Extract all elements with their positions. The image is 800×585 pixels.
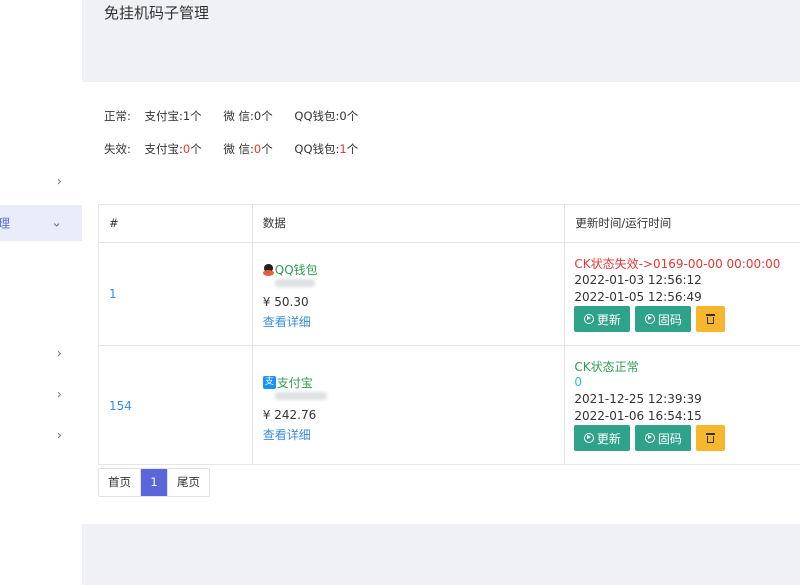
last-page-button[interactable]: 尾页: [168, 469, 209, 496]
chevron-right-icon: ›: [56, 387, 62, 403]
code-table: # 数据 更新时间/运行时间 1 QQ钱包 ¥ 50.30 查看详细 CK状态失…: [98, 204, 800, 465]
circle-arrow-icon: [644, 433, 655, 443]
first-page-button[interactable]: 首页: [99, 469, 141, 496]
circle-arrow-icon: [583, 314, 594, 324]
summary-alipay: 支付宝:1个: [144, 109, 202, 123]
trash-icon: [706, 314, 716, 324]
amount: ¥ 50.30: [262, 295, 309, 309]
sidebar-item-3[interactable]: ›: [0, 377, 82, 413]
chevron-right-icon: ›: [56, 346, 62, 362]
view-detail-link[interactable]: 查看详细: [263, 313, 311, 330]
page-title: 免挂机码子管理: [104, 4, 210, 22]
update-time: 2022-01-03 12:56:12: [574, 273, 702, 287]
run-time: 2022-01-05 12:56:49: [574, 290, 702, 304]
chevron-right-icon: ›: [56, 174, 62, 190]
circle-arrow-icon: [644, 314, 655, 324]
summary-label: 失效:: [104, 142, 131, 156]
update-button[interactable]: 更新: [574, 425, 631, 451]
pay-type-label: 支付宝: [276, 376, 313, 390]
sidebar-item-active[interactable]: 理 ⌄: [0, 205, 82, 241]
redacted-account: [274, 392, 327, 400]
summary-qq: QQ钱包:1个: [294, 142, 359, 156]
fix-code-button[interactable]: 固码: [635, 425, 692, 451]
summary-wechat: 微 信:0个: [223, 109, 273, 123]
sidebar-item-1[interactable]: ›: [0, 164, 82, 200]
summary-invalid: 失效: 支付宝:0个 微 信:0个 QQ钱包:1个: [104, 141, 376, 157]
page-header: 免挂机码子管理: [82, 0, 800, 82]
redacted-account: [274, 279, 315, 287]
pay-type-label: QQ钱包: [274, 263, 318, 277]
circle-arrow-icon: [583, 433, 594, 443]
column-header-time: 更新时间/运行时间: [575, 216, 672, 230]
summary-label: 正常:: [104, 109, 131, 123]
alipay-icon: 支: [262, 376, 276, 389]
table-row: 1 QQ钱包 ¥ 50.30 查看详细 CK状态失效->0169-00-00 0…: [99, 243, 800, 346]
summary-wechat: 微 信:0个: [223, 142, 273, 156]
summary-normal: 正常: 支付宝:1个 微 信:0个 QQ钱包:0个: [104, 108, 376, 124]
summary-alipay: 支付宝:0个: [144, 142, 202, 156]
sidebar-item-4[interactable]: ›: [0, 418, 82, 454]
pay-type: 支 支付宝: [262, 374, 313, 391]
ck-status: CK状态正常: [574, 360, 639, 374]
summary-qq: QQ钱包:0个: [294, 109, 359, 123]
ck-status: CK状态失效->0169-00-00 00:00:00: [574, 257, 781, 271]
sidebar-item-label: 理: [0, 216, 11, 231]
chevron-down-icon: ⌄: [51, 215, 62, 231]
pay-type: QQ钱包: [262, 261, 318, 278]
run-time: 2022-01-06 16:54:15: [574, 409, 702, 423]
row-id-link[interactable]: 1: [109, 287, 117, 301]
delete-button[interactable]: [696, 306, 726, 332]
fix-code-button[interactable]: 固码: [635, 306, 692, 332]
row-actions: 更新 固码: [574, 306, 730, 332]
pagination: 首页 1 尾页: [98, 468, 210, 497]
row-actions: 更新 固码: [574, 425, 730, 451]
update-button[interactable]: 更新: [574, 306, 631, 332]
qq-penguin-icon: [262, 263, 274, 276]
sidebar: › 理 ⌄ › › ›: [0, 0, 82, 585]
column-header-data: 数据: [253, 205, 566, 242]
amount: ¥ 242.76: [262, 408, 317, 422]
content-card: 正常: 支付宝:1个 微 信:0个 QQ钱包:0个 失效: 支付宝:0个 微 信…: [82, 82, 800, 524]
sidebar-item-2[interactable]: ›: [0, 336, 82, 372]
trash-icon: [706, 433, 716, 443]
table-header-row: # 数据 更新时间/运行时间: [99, 205, 800, 243]
page-1-button[interactable]: 1: [141, 469, 168, 496]
row-id-link[interactable]: 154: [109, 399, 132, 413]
chevron-right-icon: ›: [56, 428, 62, 444]
ck-status-sub: 0: [574, 375, 582, 389]
delete-button[interactable]: [696, 425, 726, 451]
update-time: 2021-12-25 12:39:39: [574, 392, 702, 406]
view-detail-link[interactable]: 查看详细: [263, 426, 311, 443]
table-row: 154 支 支付宝 ¥ 242.76 查看详细 CK状态正常 0 2021-12…: [99, 346, 800, 464]
column-header-id: #: [99, 205, 253, 242]
